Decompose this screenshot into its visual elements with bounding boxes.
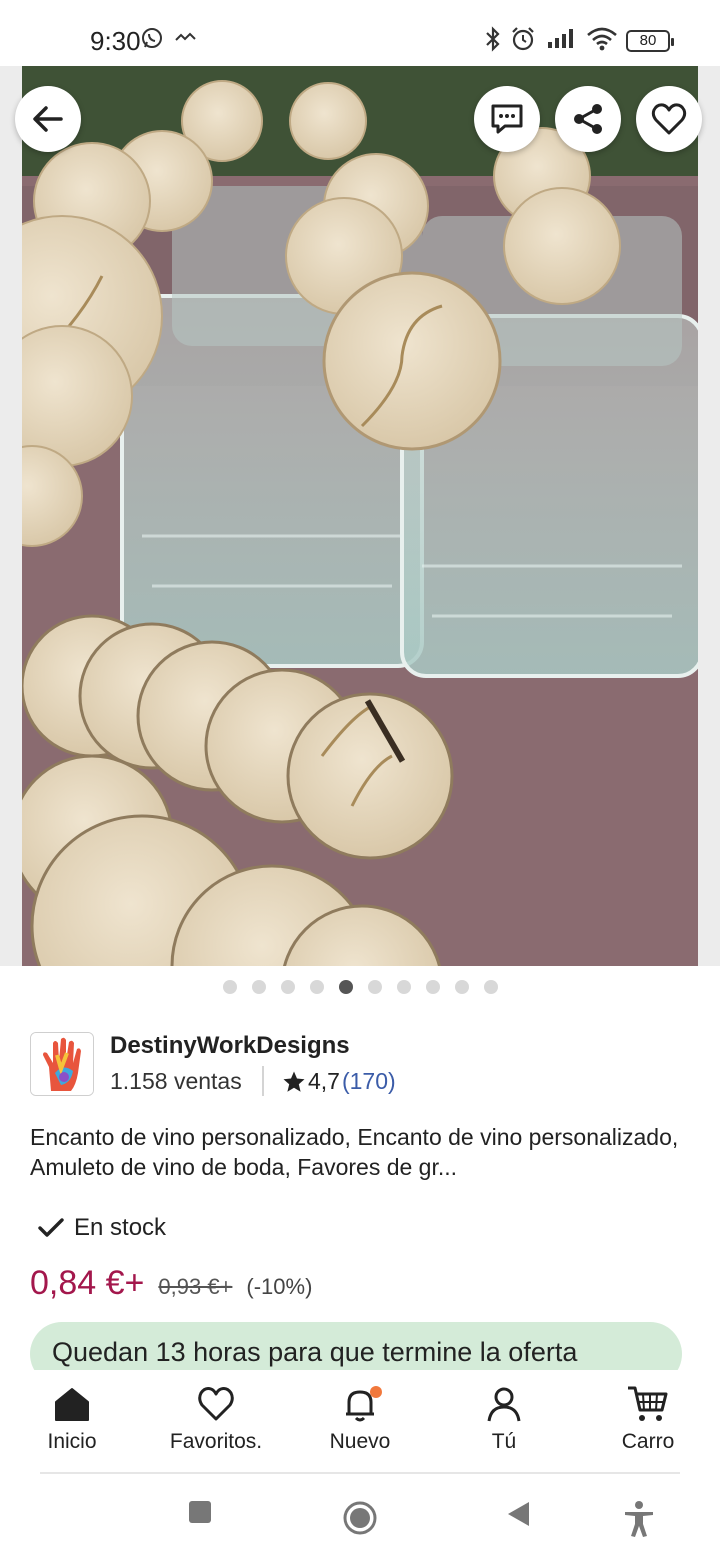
discount-badge: (-10%) (246, 1274, 313, 1299)
hand-logo-image (31, 1033, 93, 1095)
star-icon (283, 1071, 305, 1092)
shop-rating[interactable]: 4,7 (170) (282, 1068, 396, 1095)
nav-item-cart[interactable]: Carro (576, 1370, 720, 1474)
carousel-dot[interactable] (454, 980, 469, 994)
bluetooth-icon (486, 26, 500, 52)
shop-logo[interactable] (30, 1032, 94, 1096)
carousel-dot-active[interactable] (338, 980, 353, 994)
person-icon (487, 1387, 521, 1422)
favorite-button[interactable] (636, 86, 702, 152)
stock-status: En stock (38, 1214, 166, 1242)
wifi-icon (587, 27, 617, 51)
carousel-indicator[interactable] (0, 980, 720, 998)
carousel-dot[interactable] (396, 980, 411, 994)
carousel-dot[interactable] (483, 980, 498, 994)
cart-icon (628, 1386, 668, 1421)
status-bar: 9:30 80 (0, 0, 720, 66)
nav-label: Favoritos. (169, 1430, 263, 1453)
stock-label: En stock (74, 1214, 167, 1241)
carousel-dot[interactable] (222, 980, 237, 994)
price-row: 0,84 €+ 0,93 €+ (-10%) (30, 1264, 312, 1303)
nav-label: Inicio (47, 1430, 97, 1453)
carousel-dot[interactable] (367, 980, 382, 994)
message-button[interactable] (474, 86, 540, 152)
system-navigation-bar (0, 1474, 720, 1560)
nav-label: Tú (491, 1430, 517, 1453)
checkmark-icon (38, 1218, 64, 1237)
original-price: 0,93 €+ (158, 1274, 233, 1299)
current-price: 0,84 €+ (30, 1264, 145, 1302)
product-photo[interactable] (22, 66, 698, 966)
bottom-navigation: Inicio Favoritos. Nuevo Tú Carro (0, 1370, 720, 1474)
carousel-dot[interactable] (425, 980, 440, 994)
accessibility-icon[interactable] (622, 1500, 656, 1538)
listing-title[interactable]: Encanto de vino personalizado, Encanto d… (30, 1122, 695, 1182)
notification-dot (370, 1386, 382, 1398)
message-icon (491, 104, 523, 134)
nav-item-you[interactable]: Tú (432, 1370, 576, 1474)
nav-item-new[interactable]: Nuevo (288, 1370, 432, 1474)
share-button[interactable] (555, 86, 621, 152)
back-arrow-icon (33, 106, 63, 132)
reviews-count-link[interactable]: (170) (342, 1068, 396, 1095)
carousel-dot[interactable] (280, 980, 295, 994)
battery-icon: 80 (626, 30, 674, 52)
divider (262, 1066, 264, 1096)
nav-item-favorites[interactable]: Favoritos. (144, 1370, 288, 1474)
cell-signal-icon (548, 29, 573, 48)
rating-value: 4,7 (308, 1068, 340, 1094)
home-button[interactable] (342, 1500, 378, 1536)
recents-button[interactable] (188, 1500, 212, 1524)
shop-name-link[interactable]: DestinyWorkDesigns (110, 1032, 350, 1060)
back-button[interactable] (15, 86, 81, 152)
product-image-carousel[interactable] (0, 66, 720, 966)
carousel-dot[interactable] (251, 980, 266, 994)
share-icon (574, 104, 602, 134)
alarm-icon (512, 27, 534, 51)
whatsapp-icon (142, 28, 162, 48)
home-icon (55, 1388, 89, 1421)
nav-item-home[interactable]: Inicio (0, 1370, 144, 1474)
shop-sales-count: 1.158 ventas (110, 1068, 242, 1094)
heart-icon (651, 103, 687, 135)
carousel-dot[interactable] (309, 980, 324, 994)
back-triangle-button[interactable] (505, 1500, 531, 1528)
nav-label: Nuevo (329, 1430, 391, 1453)
nav-label: Carro (621, 1430, 675, 1453)
signal-off-icon (175, 32, 196, 41)
heart-outline-icon (198, 1387, 234, 1421)
clock: 9:30 (90, 26, 141, 56)
